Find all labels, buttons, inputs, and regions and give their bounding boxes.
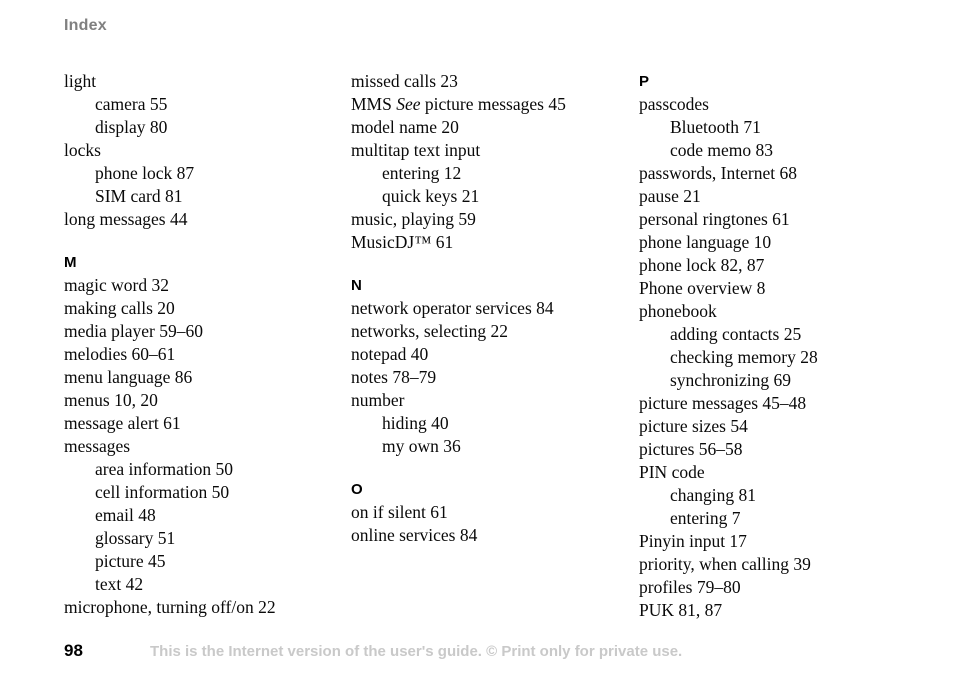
index-subentry: picture 45 (95, 551, 166, 571)
index-entry: notepad 40 (351, 344, 429, 364)
index-section-letter: N (351, 277, 362, 294)
index-subentry: synchronizing 69 (670, 370, 792, 390)
index-section-letter: O (351, 481, 363, 498)
index-entry: menus 10, 20 (64, 390, 158, 410)
index-entry: pause 21 (639, 186, 701, 206)
page-title: Index (64, 17, 107, 34)
index-subentry: cell information 50 (95, 482, 230, 502)
index-subentry: area information 50 (95, 459, 234, 479)
index-columns: light camera 55 display 80 locks phone lock … (0, 70, 954, 620)
index-subentry: hiding 40 (382, 413, 449, 433)
index-entry: music, playing 59 (351, 209, 476, 229)
index-entry: message alert 61 (64, 413, 181, 433)
index-subentry: entering 7 (670, 508, 741, 528)
index-subentry: display 80 (95, 117, 168, 137)
index-entry: picture messages 45–48 (639, 393, 807, 413)
index-entry: missed calls 23 (351, 71, 458, 91)
index-subentry: adding contacts 25 (670, 324, 802, 344)
index-subentry: my own 36 (382, 436, 461, 456)
index-entry: phonebook (639, 301, 717, 321)
footer-disclaimer: This is the Internet version of the user… (150, 643, 683, 660)
index-subentry: entering 12 (382, 163, 462, 183)
index-entry: PUK 81, 87 (639, 600, 723, 620)
index-column-1: light camera 55 display 80 locks phone lock … (64, 70, 354, 619)
index-subentry: camera 55 (95, 94, 168, 114)
index-entry: messages (64, 436, 131, 456)
index-column-2: missed calls 23 MMS See picture messages … (351, 70, 641, 547)
index-entry: magic word 32 (64, 275, 169, 295)
index-section-letter: M (64, 254, 77, 271)
index-subentry: changing 81 (670, 485, 757, 505)
index-entry: network operator services 84 (351, 298, 554, 318)
index-subentry: glossary 51 (95, 528, 176, 548)
index-entry: Pinyin input 17 (639, 531, 747, 551)
index-subentry: Bluetooth 71 (670, 117, 761, 137)
page-number: 98 (64, 641, 83, 660)
index-entry: melodies 60–61 (64, 344, 176, 364)
index-subentry: code memo 83 (670, 140, 774, 160)
index-entry: networks, selecting 22 (351, 321, 508, 341)
index-entry: menu language 86 (64, 367, 193, 387)
index-entry: making calls 20 (64, 298, 175, 318)
index-entry: passwords, Internet 68 (639, 163, 797, 183)
index-entry: long messages 44 (64, 209, 188, 229)
index-entry: passcodes (639, 94, 709, 114)
index-entry: MusicDJ™ 61 (351, 232, 454, 252)
index-entry: profiles 79–80 (639, 577, 741, 597)
index-entry: PIN code (639, 462, 705, 482)
index-entry: media player 59–60 (64, 321, 203, 341)
index-column-3: Ppasscodes Bluetooth 71 code memo 83 passwo… (639, 70, 929, 622)
index-entry: phone lock 82, 87 (639, 255, 765, 275)
index-entry: multitap text input (351, 140, 481, 160)
index-entry: Phone overview 8 (639, 278, 766, 298)
index-section-letter: P (639, 73, 650, 90)
index-subentry: phone lock 87 (95, 163, 195, 183)
index-entry: model name 20 (351, 117, 459, 137)
page-footer: 98 This is the Internet version of the u… (0, 641, 954, 669)
index-entry: phone language 10 (639, 232, 772, 252)
index-subentry: quick keys 21 (382, 186, 480, 206)
index-entry: priority, when calling 39 (639, 554, 811, 574)
index-entry: online services 84 (351, 525, 478, 545)
index-entry: number (351, 390, 405, 410)
index-subentry: text 42 (95, 574, 144, 594)
index-entry: notes 78–79 (351, 367, 437, 387)
index-entry: light (64, 71, 97, 91)
index-entry: locks (64, 140, 101, 160)
index-page: Index light camera 55 display 80 locks phone… (0, 0, 954, 677)
index-subentry: SIM card 81 (95, 186, 183, 206)
index-entry: on if silent 61 (351, 502, 448, 522)
index-subentry: checking memory 28 (670, 347, 818, 367)
index-entry: picture sizes 54 (639, 416, 748, 436)
index-subentry: email 48 (95, 505, 156, 525)
index-entry: microphone, turning off/on 22 (64, 597, 276, 617)
index-entry: pictures 56–58 (639, 439, 743, 459)
index-entry: personal ringtones 61 (639, 209, 790, 229)
index-entry: MMS See picture messages 45 (351, 94, 566, 114)
